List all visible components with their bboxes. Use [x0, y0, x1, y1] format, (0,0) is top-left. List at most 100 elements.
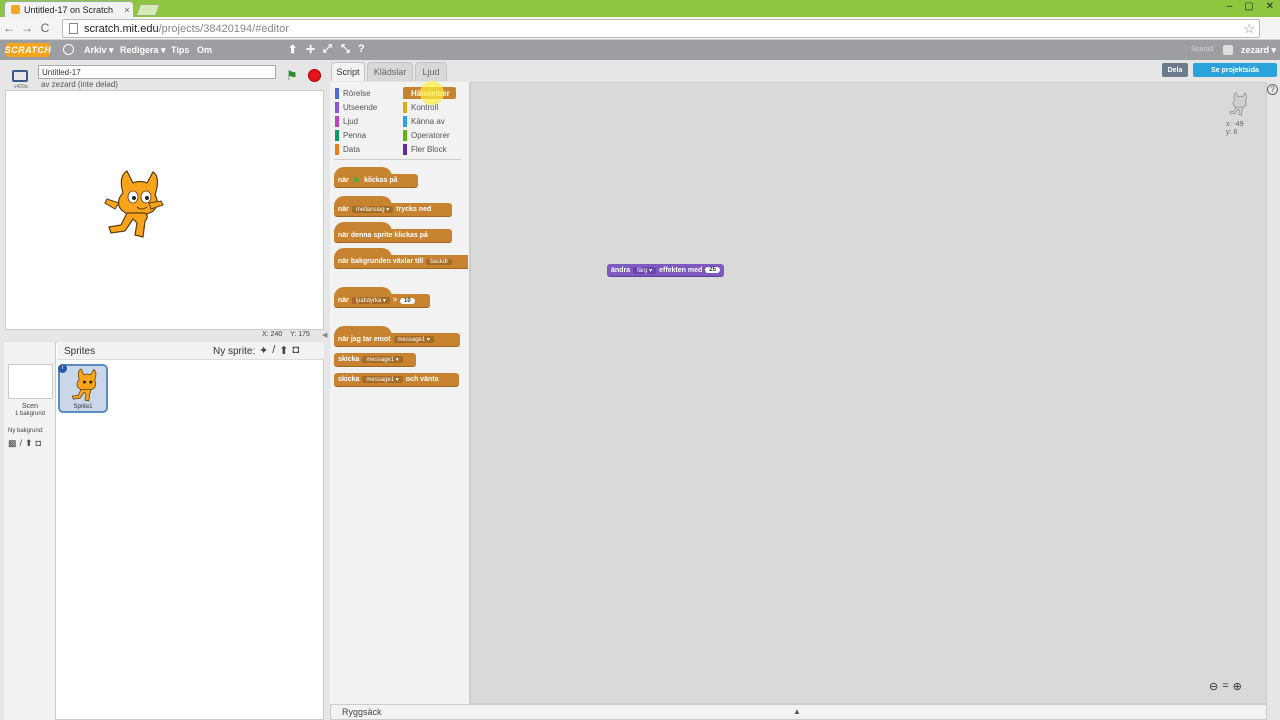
- data-swatch: [335, 144, 339, 155]
- sprite-name: Sprite1: [73, 404, 93, 410]
- browser-tabstrip: Untitled-17 on Scratch × – ▢ ✕: [0, 0, 1280, 17]
- block-when-backdrop-switches[interactable]: när bakgrunden växlar till backdr: [334, 248, 468, 269]
- green-flag-icon[interactable]: ⚑: [286, 68, 298, 84]
- tab-script[interactable]: Script: [331, 62, 365, 81]
- sprite-position: x: -49 y: 8: [1226, 121, 1244, 137]
- upload-sprite-icon[interactable]: ⬆: [279, 344, 288, 357]
- script-area[interactable]: [470, 82, 1267, 704]
- receive-message-dropdown[interactable]: message1 ▾: [393, 336, 434, 343]
- paint-sprite-icon[interactable]: /: [272, 344, 275, 357]
- stage-header: v429a av zezard (inte delad) ⚑: [0, 60, 330, 90]
- block-broadcast-and-wait[interactable]: skicka message1 ▾ och vänta: [334, 373, 459, 387]
- menu-arkiv[interactable]: Arkiv ▾: [84, 45, 114, 56]
- broadcast-message-dropdown[interactable]: message1 ▾: [362, 356, 403, 363]
- upload-backdrop-icon[interactable]: ⬆: [25, 438, 33, 449]
- maximize-icon[interactable]: ▢: [1244, 1, 1253, 12]
- threshold-input[interactable]: 10: [400, 297, 415, 304]
- sprite-y: y: 8: [1226, 129, 1238, 136]
- new-background-label: Ny bakgrund:: [8, 428, 44, 434]
- key-dropdown[interactable]: mellanslag ▾: [351, 206, 394, 213]
- category-more-blocks[interactable]: Fler Block: [403, 144, 447, 155]
- choose-backdrop-library-icon[interactable]: ▩: [8, 438, 17, 449]
- bookmark-star-icon[interactable]: ☆: [1243, 21, 1255, 37]
- back-icon[interactable]: ←: [0, 21, 18, 35]
- camera-backdrop-icon[interactable]: ◘: [36, 438, 41, 449]
- shrink-icon[interactable]: ⤡: [341, 43, 350, 56]
- scratch-menubar: SCRATCH Arkiv ▾ Redigera ▾ Tips Om ⬆ ✛ ⤢…: [0, 40, 1280, 60]
- share-button[interactable]: Dela: [1162, 63, 1188, 77]
- help-icon[interactable]: ?: [1267, 84, 1278, 95]
- stop-icon[interactable]: [308, 69, 321, 82]
- block-when-flag-clicked[interactable]: när ⚑ klickas på: [334, 167, 418, 188]
- browser-tab[interactable]: Untitled-17 on Scratch ×: [4, 1, 134, 17]
- tab-close-icon[interactable]: ×: [121, 5, 133, 15]
- new-tab-button[interactable]: [135, 4, 161, 16]
- zoom-reset-icon[interactable]: =: [1222, 680, 1228, 693]
- duplicate-stamp-icon[interactable]: ⬆: [288, 43, 297, 56]
- choose-sprite-library-icon[interactable]: ✦: [259, 344, 268, 357]
- reload-icon[interactable]: C: [36, 21, 54, 35]
- new-sprite-icons: ✦ / ⬆ ◘: [259, 344, 299, 357]
- user-folder-icon[interactable]: [1223, 45, 1233, 55]
- operators-swatch: [403, 130, 407, 141]
- menu-om[interactable]: Om: [197, 45, 212, 55]
- language-globe-icon[interactable]: [63, 44, 74, 55]
- project-title-input[interactable]: [38, 65, 276, 79]
- more-blocks-swatch: [403, 144, 407, 155]
- zoom-in-icon[interactable]: ⊕: [1233, 680, 1242, 693]
- scene-label: Scen: [22, 403, 38, 410]
- user-menu[interactable]: zezard ▾: [1241, 45, 1276, 56]
- menu-redigera[interactable]: Redigera ▾: [120, 45, 166, 56]
- fullscreen-icon[interactable]: [12, 70, 28, 82]
- category-pen[interactable]: Penna: [335, 130, 366, 141]
- scratch-logo[interactable]: SCRATCH: [5, 43, 51, 57]
- camera-sprite-icon[interactable]: ◘: [293, 344, 300, 357]
- cut-icon[interactable]: ✛: [306, 43, 315, 56]
- scene-thumbnail[interactable]: [8, 364, 53, 399]
- block-when-i-receive[interactable]: när jag tar emot message1 ▾: [334, 326, 460, 347]
- collapse-stage-icon[interactable]: ◀: [322, 331, 327, 339]
- pen-swatch: [335, 130, 339, 141]
- sensor-dropdown[interactable]: ljudstyrka ▾: [351, 297, 390, 304]
- block-when-loudness-greater[interactable]: när ljudstyrka ▾ >10: [334, 287, 430, 308]
- cat-sprite-icon[interactable]: [101, 169, 165, 239]
- sprite-info-icon[interactable]: i: [58, 364, 67, 373]
- forward-icon[interactable]: →: [18, 21, 36, 35]
- zoom-out-icon[interactable]: ⊖: [1209, 680, 1218, 693]
- grow-icon[interactable]: ⤢: [323, 43, 332, 56]
- sprite-tile-sprite1[interactable]: i Sprite1: [58, 364, 108, 413]
- url-path: /projects/38420194/#editor: [158, 22, 289, 35]
- paint-backdrop-icon[interactable]: /: [20, 438, 23, 449]
- address-bar[interactable]: scratch.mit.edu /projects/38420194/#edit…: [62, 19, 1260, 38]
- category-sensing[interactable]: Känna av: [403, 116, 445, 127]
- effect-amount-input[interactable]: 25: [705, 267, 720, 273]
- tab-costumes[interactable]: Klädslar: [367, 62, 413, 81]
- backdrop-dropdown[interactable]: backdr: [426, 258, 453, 265]
- broadcast-wait-message-dropdown[interactable]: message1 ▾: [362, 376, 403, 383]
- menu-tips[interactable]: Tips: [171, 45, 189, 55]
- backpack-bar[interactable]: Ryggsäck ▲: [330, 704, 1267, 720]
- browser-toolbar: ← → C scratch.mit.edu /projects/38420194…: [0, 17, 1280, 40]
- scratch-favicon-icon: [11, 5, 20, 14]
- cat-thumbnail-icon: [71, 368, 97, 402]
- category-data[interactable]: Data: [335, 144, 360, 155]
- tab-sounds[interactable]: Ljud: [415, 62, 447, 81]
- block-when-key-pressed[interactable]: när mellanslag ▾ trycks ned: [334, 196, 452, 217]
- category-operators[interactable]: Operatorer: [403, 130, 450, 141]
- stage-x: X: 240: [262, 331, 283, 338]
- backpack-expand-icon[interactable]: ▲: [793, 707, 801, 716]
- category-looks[interactable]: Utseende: [335, 102, 377, 113]
- effect-dropdown[interactable]: färg ▾: [633, 266, 657, 274]
- category-sound[interactable]: Ljud: [335, 116, 358, 127]
- minimize-icon[interactable]: –: [1227, 1, 1233, 12]
- sound-swatch: [335, 116, 339, 127]
- category-motion[interactable]: Rörelse: [335, 88, 371, 99]
- project-page-button[interactable]: Se projektsida: [1193, 63, 1277, 77]
- block-help-icon[interactable]: ?: [358, 43, 365, 55]
- stage[interactable]: [5, 90, 324, 330]
- block-broadcast[interactable]: skicka message1 ▾: [334, 353, 416, 367]
- page-icon: [69, 23, 78, 34]
- close-window-icon[interactable]: ✕: [1266, 1, 1274, 12]
- block-when-sprite-clicked[interactable]: när denna sprite klickas på: [334, 222, 452, 243]
- block-change-effect[interactable]: ändra färg ▾ effekten med 25: [607, 264, 724, 277]
